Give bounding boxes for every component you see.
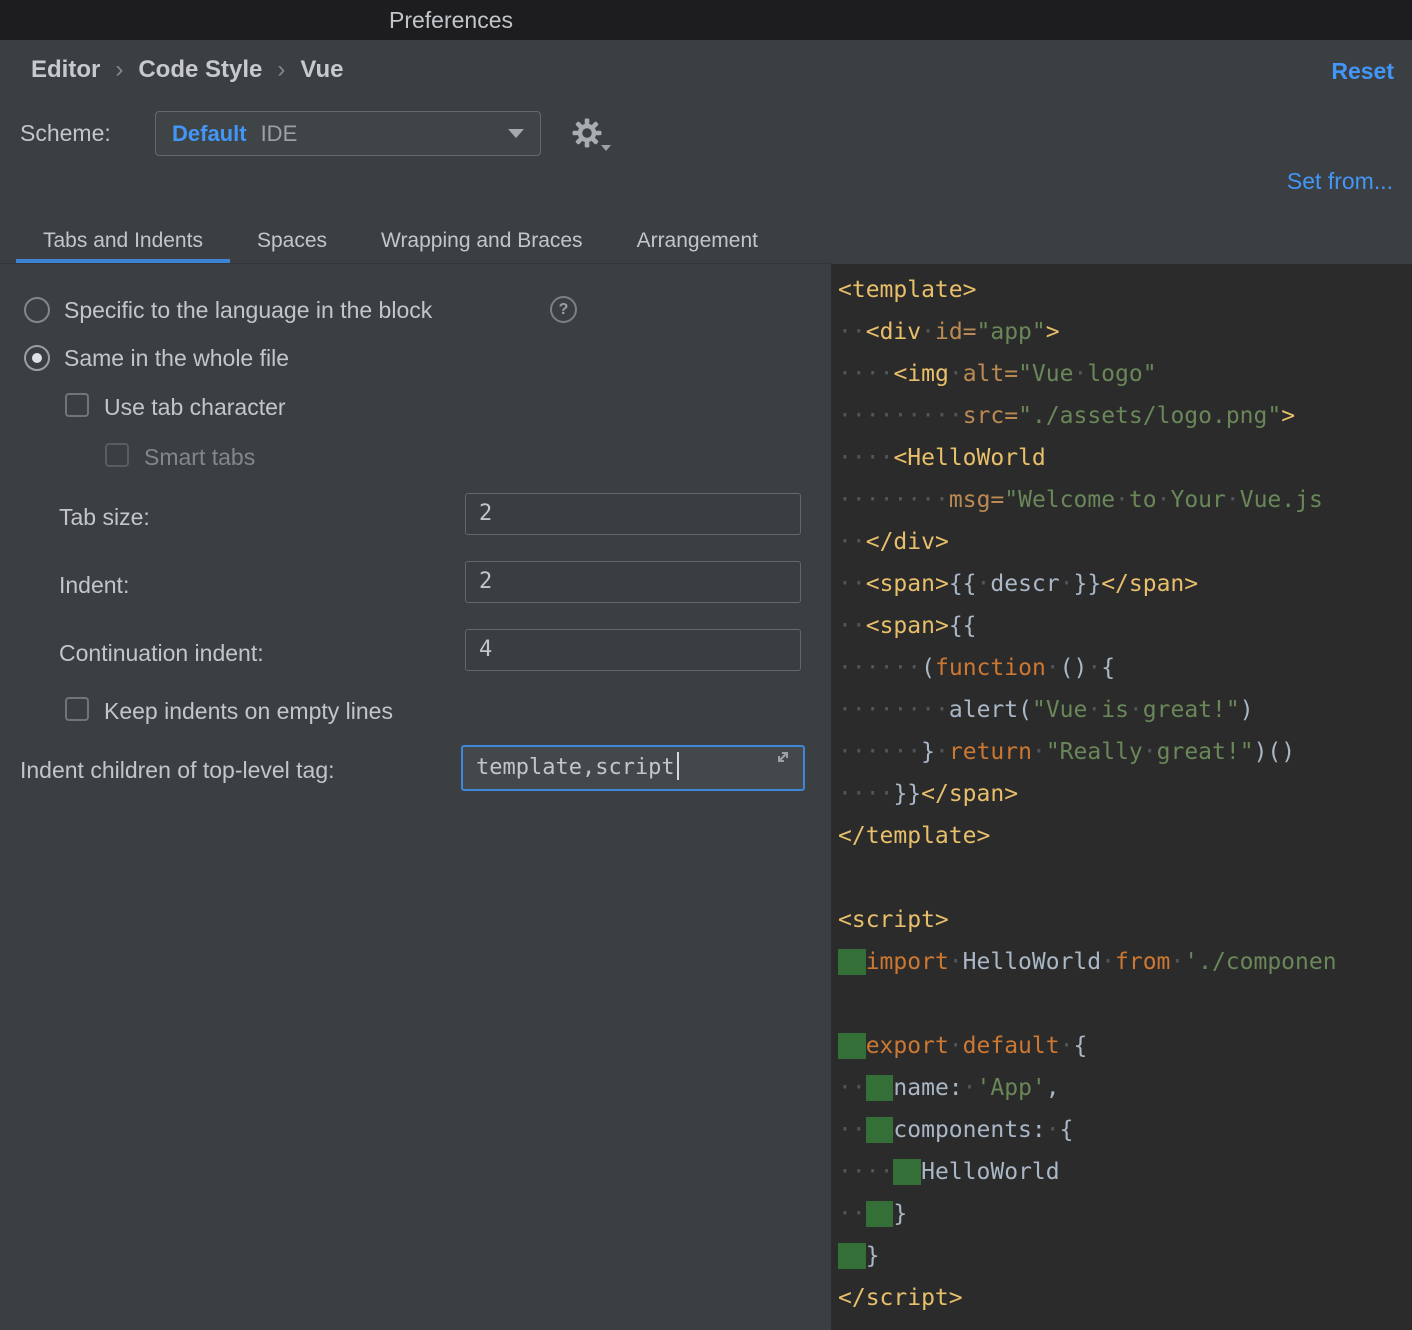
scheme-settings-button[interactable] — [572, 118, 614, 156]
scheme-dropdown[interactable]: Default IDE — [155, 111, 541, 156]
continuation-indent-input[interactable]: 4 — [465, 629, 801, 671]
expand-editor-icon[interactable] — [773, 745, 793, 782]
code-line: } — [838, 1235, 1412, 1277]
code-line: ··<div·id="app"> — [838, 311, 1412, 353]
code-line: ····<HelloWorld — [838, 437, 1412, 479]
code-style-tabs: Tabs and Indents Spaces Wrapping and Bra… — [0, 222, 831, 264]
tab-size-label: Tab size: — [59, 504, 150, 531]
code-line: ··<span>{{·descr·}}</span> — [838, 563, 1412, 605]
scheme-value-secondary: IDE — [261, 121, 298, 147]
radio-specific-to-language-label: Specific to the language in the block — [64, 297, 432, 324]
breadcrumb-editor[interactable]: Editor — [31, 56, 100, 84]
breadcrumb-vue: Vue — [300, 56, 343, 84]
indent-children-input[interactable]: template,script — [461, 745, 805, 791]
radio-same-in-whole-file-label: Same in the whole file — [64, 345, 289, 372]
code-line: <script> — [838, 899, 1412, 941]
code-line: ···· HelloWorld — [838, 1151, 1412, 1193]
code-line: ·· } — [838, 1193, 1412, 1235]
text-cursor — [677, 752, 679, 780]
preferences-window: Preferences Editor › Code Style › Vue Re… — [0, 0, 1412, 1330]
radio-specific-to-language[interactable] — [24, 297, 50, 323]
gear-icon — [572, 135, 602, 152]
window-titlebar: Preferences — [0, 0, 1412, 40]
code-line: ········msg="Welcome·to·Your·Vue.js — [838, 479, 1412, 521]
code-line: ····}}</span> — [838, 773, 1412, 815]
code-line: ·· name:·'App', — [838, 1067, 1412, 1109]
indent-label: Indent: — [59, 572, 129, 599]
code-line: ····<img·alt="Vue·logo" — [838, 353, 1412, 395]
checkbox-use-tab-character-label: Use tab character — [104, 394, 286, 421]
code-line: <template> — [838, 269, 1412, 311]
code-line: ··<span>{{ — [838, 605, 1412, 647]
code-preview: <template>··<div·id="app">····<img·alt="… — [831, 264, 1412, 1330]
code-line: export·default·{ — [838, 1025, 1412, 1067]
scheme-value-primary: Default — [172, 121, 247, 147]
tab-arrangement[interactable]: Arrangement — [610, 222, 785, 263]
code-line: ·· components:·{ — [838, 1109, 1412, 1151]
breadcrumb-code-style[interactable]: Code Style — [138, 56, 262, 84]
scheme-label: Scheme: — [20, 120, 111, 147]
continuation-indent-label: Continuation indent: — [59, 640, 264, 667]
breadcrumb: Editor › Code Style › Vue — [31, 56, 343, 84]
tab-wrapping-and-braces[interactable]: Wrapping and Braces — [354, 222, 610, 263]
help-icon[interactable]: ? — [550, 296, 577, 323]
indent-input[interactable]: 2 — [465, 561, 801, 603]
checkbox-smart-tabs-label: Smart tabs — [144, 444, 255, 471]
gear-dropdown-caret-icon — [601, 145, 611, 151]
indent-children-label: Indent children of top-level tag: — [20, 757, 335, 784]
dropdown-caret-icon — [508, 129, 524, 138]
tab-spaces[interactable]: Spaces — [230, 222, 354, 263]
code-line: import·HelloWorld·from·'./componen — [838, 941, 1412, 983]
window-title: Preferences — [389, 0, 513, 40]
code-line: ··</div> — [838, 521, 1412, 563]
code-line: ········alert("Vue·is·great!") — [838, 689, 1412, 731]
breadcrumb-separator-icon: › — [115, 56, 123, 84]
checkbox-smart-tabs[interactable] — [105, 443, 129, 467]
reset-link[interactable]: Reset — [1331, 58, 1394, 85]
code-line: </script> — [838, 1277, 1412, 1319]
code-line: ·········src="./assets/logo.png"> — [838, 395, 1412, 437]
tab-size-input[interactable]: 2 — [465, 493, 801, 535]
code-line — [838, 857, 1412, 899]
code-line: </template> — [838, 815, 1412, 857]
breadcrumb-separator-icon: › — [277, 56, 285, 84]
indent-children-value: template,script — [476, 755, 675, 780]
code-line: ······}·return·"Really·great!")() — [838, 731, 1412, 773]
code-line: ······(function·()·{ — [838, 647, 1412, 689]
checkbox-keep-indents-label: Keep indents on empty lines — [104, 698, 393, 725]
radio-same-in-whole-file[interactable] — [24, 345, 50, 371]
set-from-link[interactable]: Set from... — [1287, 168, 1393, 195]
code-line — [838, 983, 1412, 1025]
tab-tabs-and-indents[interactable]: Tabs and Indents — [16, 222, 230, 263]
checkbox-use-tab-character[interactable] — [65, 393, 89, 417]
checkbox-keep-indents[interactable] — [65, 697, 89, 721]
